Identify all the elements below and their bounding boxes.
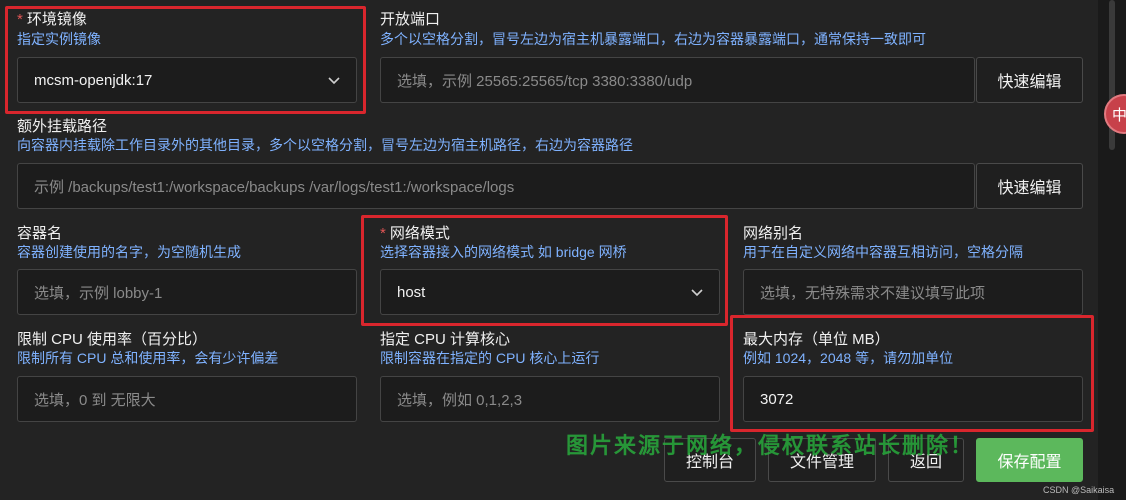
watermark-text: 图片来源于网络，侵权联系站长删除！ (566, 433, 975, 458)
save-config-button[interactable]: 保存配置 (976, 438, 1083, 482)
ports-input[interactable]: 选填，示例 25565:25565/tcp 3380:3380/udp (380, 57, 975, 103)
container-name-hint: 容器创建使用的名字，为空随机生成 (17, 244, 241, 260)
mounts-label: 额外挂载路径 (17, 118, 108, 135)
network-alias-placeholder: 选填，无特殊需求不建议填写此项 (760, 284, 986, 302)
cpu-limit-placeholder: 选填，0 到 无限大 (34, 391, 156, 409)
mounts-hint: 向容器内挂载除工作目录外的其他目录，多个以空格分割，冒号左边为宿主机路径，右边为… (17, 137, 633, 153)
container-name-input[interactable]: 选填，示例 lobby-1 (17, 269, 357, 315)
highlight-box-network-mode (361, 215, 728, 326)
ports-quick-edit-button[interactable]: 快速编辑 (976, 57, 1083, 103)
cpu-cores-placeholder: 选填，例如 0,1,2,3 (397, 391, 523, 409)
network-alias-input[interactable]: 选填，无特殊需求不建议填写此项 (743, 269, 1083, 315)
mounts-placeholder: 示例 /backups/test1:/workspace/backups /va… (34, 178, 515, 196)
cpu-limit-input[interactable]: 选填，0 到 无限大 (17, 376, 357, 422)
network-alias-label: 网络别名 (743, 225, 804, 242)
network-alias-hint: 用于在自定义网络中容器互相访问，空格分隔 (743, 244, 1023, 260)
ports-hint: 多个以空格分割，冒号左边为宿主机暴露端口，右边为容器暴露端口，通常保持一致即可 (380, 31, 926, 47)
container-name-placeholder: 选填，示例 lobby-1 (34, 284, 163, 302)
ports-label: 开放端口 (380, 11, 441, 28)
cpu-cores-input[interactable]: 选填，例如 0,1,2,3 (380, 376, 720, 422)
mounts-quick-edit-button[interactable]: 快速编辑 (976, 163, 1083, 209)
highlight-box-max-memory (730, 315, 1094, 432)
container-name-label: 容器名 (17, 225, 63, 242)
cpu-cores-label: 指定 CPU 计算核心 (380, 331, 511, 348)
credit-text: CSDN @Saikaisa (1043, 485, 1115, 495)
cpu-limit-label: 限制 CPU 使用率（百分比） (17, 331, 208, 348)
mounts-input[interactable]: 示例 /backups/test1:/workspace/backups /va… (17, 163, 975, 209)
cpu-limit-hint: 限制所有 CPU 总和使用率，会有少许偏差 (17, 350, 279, 366)
cpu-cores-hint: 限制容器在指定的 CPU 核心上运行 (380, 350, 600, 366)
highlight-box-image (5, 6, 366, 114)
ports-placeholder: 选填，示例 25565:25565/tcp 3380:3380/udp (397, 72, 693, 90)
